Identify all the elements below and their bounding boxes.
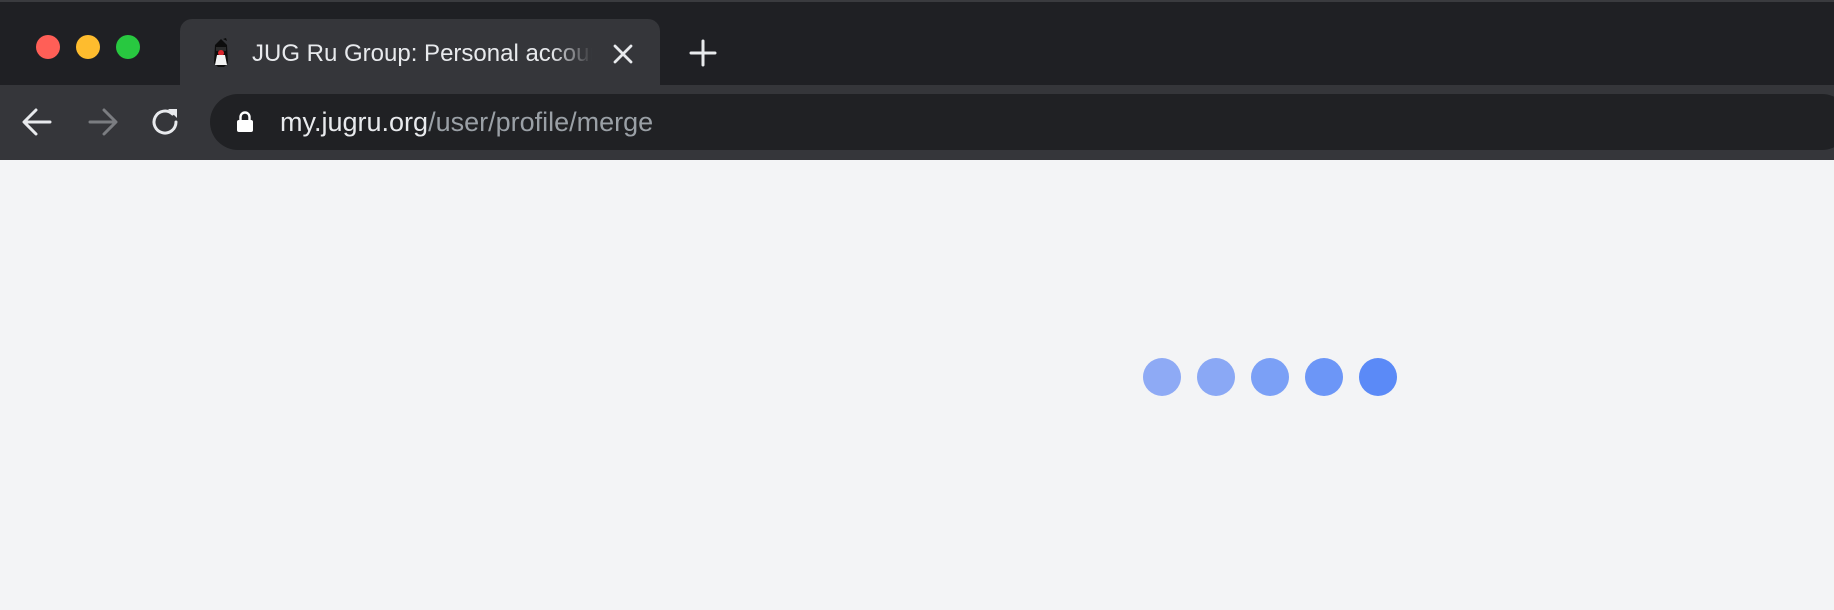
- window-close-button[interactable]: [36, 35, 60, 59]
- active-tab[interactable]: JUG Ru Group: Personal account: [180, 19, 660, 87]
- close-icon[interactable]: [610, 41, 636, 67]
- loader-dot: [1251, 358, 1289, 396]
- loader-dot: [1197, 358, 1235, 396]
- url-text[interactable]: my.jugru.org/user/profile/merge: [280, 106, 653, 138]
- browser-window: JUG Ru Group: Personal account my.jugru.…: [0, 0, 1834, 610]
- loader-dot: [1305, 358, 1343, 396]
- tab-title: JUG Ru Group: Personal account: [252, 40, 592, 67]
- page-content: [0, 160, 1834, 610]
- plus-icon[interactable]: [688, 38, 718, 68]
- window-maximize-button[interactable]: [116, 35, 140, 59]
- window-minimize-button[interactable]: [76, 35, 100, 59]
- address-bar[interactable]: my.jugru.org/user/profile/merge: [210, 94, 1834, 150]
- loading-spinner: [1143, 358, 1397, 398]
- jug-duke-mascot-icon: [214, 38, 228, 67]
- tab-strip: JUG Ru Group: Personal account: [0, 0, 1834, 87]
- url-host: my.jugru.org: [280, 107, 429, 137]
- arrow-right-icon[interactable]: [86, 105, 120, 139]
- reload-icon[interactable]: [148, 105, 182, 139]
- arrow-left-icon[interactable]: [20, 105, 54, 139]
- url-path: /user/profile/merge: [428, 107, 654, 137]
- loader-dot: [1359, 358, 1397, 396]
- lock-icon[interactable]: [236, 110, 254, 134]
- loader-dot: [1143, 358, 1181, 396]
- browser-toolbar: my.jugru.org/user/profile/merge: [0, 85, 1834, 160]
